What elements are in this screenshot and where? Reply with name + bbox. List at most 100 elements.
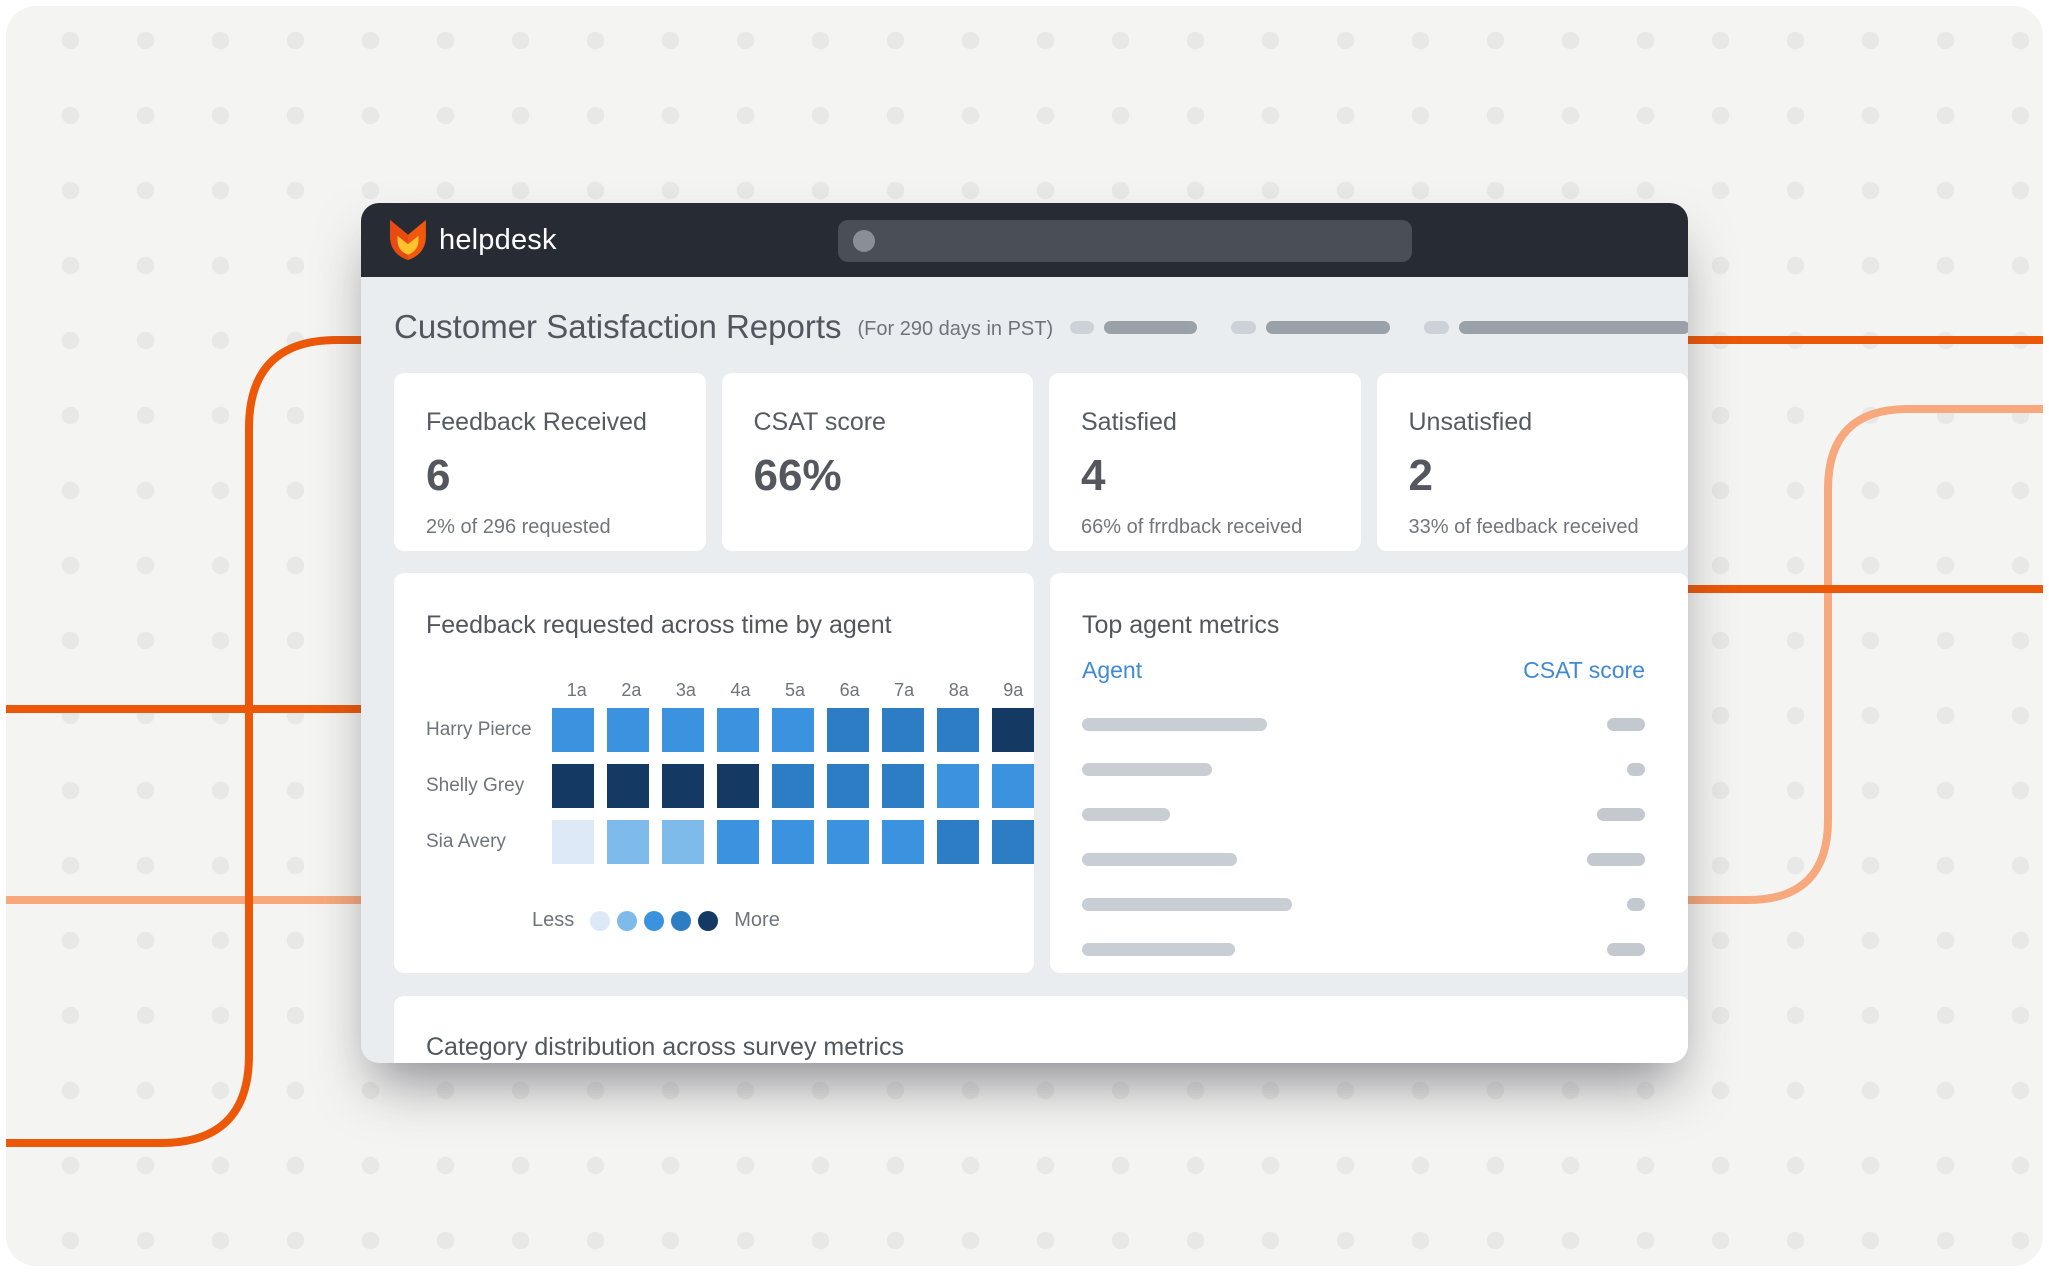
- heatmap-cell: [882, 820, 924, 864]
- heatmap-cell: [662, 820, 704, 864]
- placeholder-bar: [1459, 320, 1688, 334]
- heatmap-cell: [552, 708, 594, 752]
- agent-name-placeholder: [1082, 853, 1237, 866]
- csat-score-placeholder: [1597, 808, 1645, 821]
- stat-card-row: Feedback Received 6 2% of 296 requested …: [394, 373, 1688, 551]
- stat-caption: 33% of feedback received: [1408, 516, 1639, 538]
- page-header: Customer Satisfaction Reports (For 290 d…: [394, 306, 1688, 348]
- heatmap-column-label: 5a: [785, 680, 806, 700]
- stat-card-feedback-received: Feedback Received 6 2% of 296 requested: [394, 373, 706, 551]
- csat-score-placeholder: [1607, 943, 1645, 956]
- stat-label: CSAT score: [753, 408, 886, 436]
- legend-less-label: Less: [532, 909, 575, 931]
- agent-name-placeholder: [1082, 718, 1267, 731]
- heatmap-row-cells: [552, 708, 1034, 752]
- heatmap-legend: Less More: [532, 909, 1034, 932]
- stat-label: Unsatisfied: [1408, 408, 1533, 436]
- stat-label: Satisfied: [1081, 408, 1177, 436]
- agent-name-placeholder: [1082, 898, 1292, 911]
- agent-table-row: [1082, 718, 1688, 731]
- heatmap-grid: Harry Pierce Shelly Grey Sia Avery: [426, 708, 1034, 864]
- agent-table-body: [1082, 718, 1688, 956]
- heatmap-title: Feedback requested across time by agent: [426, 611, 892, 639]
- heatmap-column-label: 7a: [894, 680, 915, 700]
- heatmap-cell: [607, 764, 649, 808]
- heatmap-row-label: Sia Avery: [426, 831, 506, 852]
- stat-value: 4: [1081, 451, 1106, 500]
- legend-scale-dot: [671, 910, 692, 931]
- header-filter-placeholder: [1231, 320, 1390, 334]
- stat-value: 2: [1408, 451, 1433, 500]
- heatmap-column-label: 2a: [621, 680, 642, 700]
- agent-table-row: [1082, 853, 1688, 866]
- stat-card-csat-score: CSAT score 66%: [721, 373, 1033, 551]
- heatmap-row-label: Harry Pierce: [426, 719, 532, 740]
- heatmap-cell: [937, 764, 979, 808]
- column-header-agent[interactable]: Agent: [1082, 657, 1142, 684]
- stat-value: 66%: [753, 451, 842, 500]
- brand-name: helpdesk: [439, 223, 557, 256]
- search-input[interactable]: [838, 220, 1412, 262]
- heatmap-cell: [772, 764, 814, 808]
- heatmap-cell: [662, 764, 704, 808]
- column-header-csat-score[interactable]: CSAT score: [1523, 657, 1645, 684]
- heatmap-column-label: 8a: [948, 680, 969, 700]
- heatmap-cell: [827, 764, 869, 808]
- legend-scale-dot: [644, 910, 665, 931]
- heatmap-cell: [992, 708, 1034, 752]
- agent-name-placeholder: [1082, 943, 1235, 956]
- agent-table-row: [1082, 898, 1688, 911]
- heatmap-cell: [662, 708, 704, 752]
- category-distribution-title: Category distribution across survey metr…: [426, 1033, 904, 1061]
- heatmap-cell: [827, 708, 869, 752]
- heatmap-cell: [717, 708, 759, 752]
- stat-card-satisfied: Satisfied 4 66% of frrdback received: [1049, 373, 1361, 551]
- legend-scale-dot: [590, 910, 611, 931]
- stat-label: Feedback Received: [426, 408, 647, 436]
- header-filter-placeholder: [1070, 320, 1197, 334]
- top-navbar: helpdesk: [361, 203, 1688, 277]
- placeholder-bar: [1266, 320, 1390, 334]
- page-subtitle: (For 290 days in PST): [857, 317, 1054, 340]
- agent-name-placeholder: [1082, 808, 1170, 821]
- heatmap-cell: [827, 820, 869, 864]
- placeholder-dot: [1231, 320, 1256, 334]
- heatmap-column-label: 4a: [730, 680, 751, 700]
- agent-name-placeholder: [1082, 763, 1212, 776]
- placeholder-dot: [1424, 320, 1449, 334]
- page-title: Customer Satisfaction Reports: [394, 308, 842, 345]
- heatmap-cell: [772, 708, 814, 752]
- heatmap-cell: [882, 764, 924, 808]
- heatmap-cell: [772, 820, 814, 864]
- heatmap-cell: [937, 708, 979, 752]
- heatmap-column-label: 6a: [839, 680, 860, 700]
- heatmap-cell: [882, 708, 924, 752]
- heatmap-row: Shelly Grey: [426, 764, 1034, 808]
- heatmap-row: Sia Avery: [426, 820, 1034, 864]
- legend-scale-dot: [617, 910, 638, 931]
- heatmap-row-cells: [552, 764, 1034, 808]
- heatmap-cell: [552, 764, 594, 808]
- dashboard-window: helpdesk Customer Satisfaction Reports (…: [361, 203, 1688, 1063]
- heatmap-row-label: Shelly Grey: [426, 775, 525, 796]
- heatmap-card: Feedback requested across time by agent …: [394, 573, 1034, 973]
- csat-score-placeholder: [1627, 763, 1645, 776]
- agent-table-headers: Agent CSAT score: [1082, 657, 1688, 684]
- placeholder-dot: [1070, 320, 1094, 334]
- middle-card-row: Feedback requested across time by agent …: [394, 573, 1688, 973]
- legend-scale-dot: [698, 910, 719, 931]
- heatmap-cell: [607, 708, 649, 752]
- placeholder-bar: [1104, 320, 1197, 334]
- heatmap-column-label: 3a: [675, 680, 696, 700]
- stat-caption: 66% of frrdback received: [1081, 516, 1303, 538]
- heatmap-row-cells: [552, 820, 1034, 864]
- heatmap-column-label: 1a: [566, 680, 587, 700]
- stat-card-unsatisfied: Unsatisfied 2 33% of feedback received: [1376, 373, 1688, 551]
- legend-more-label: More: [734, 909, 780, 931]
- stat-value: 6: [426, 451, 451, 500]
- stat-caption: 2% of 296 requested: [426, 516, 611, 538]
- csat-score-placeholder: [1607, 718, 1645, 731]
- agent-table-row: [1082, 943, 1688, 956]
- header-filter-placeholder: [1424, 320, 1688, 334]
- header-filter-placeholders: [1070, 320, 1688, 334]
